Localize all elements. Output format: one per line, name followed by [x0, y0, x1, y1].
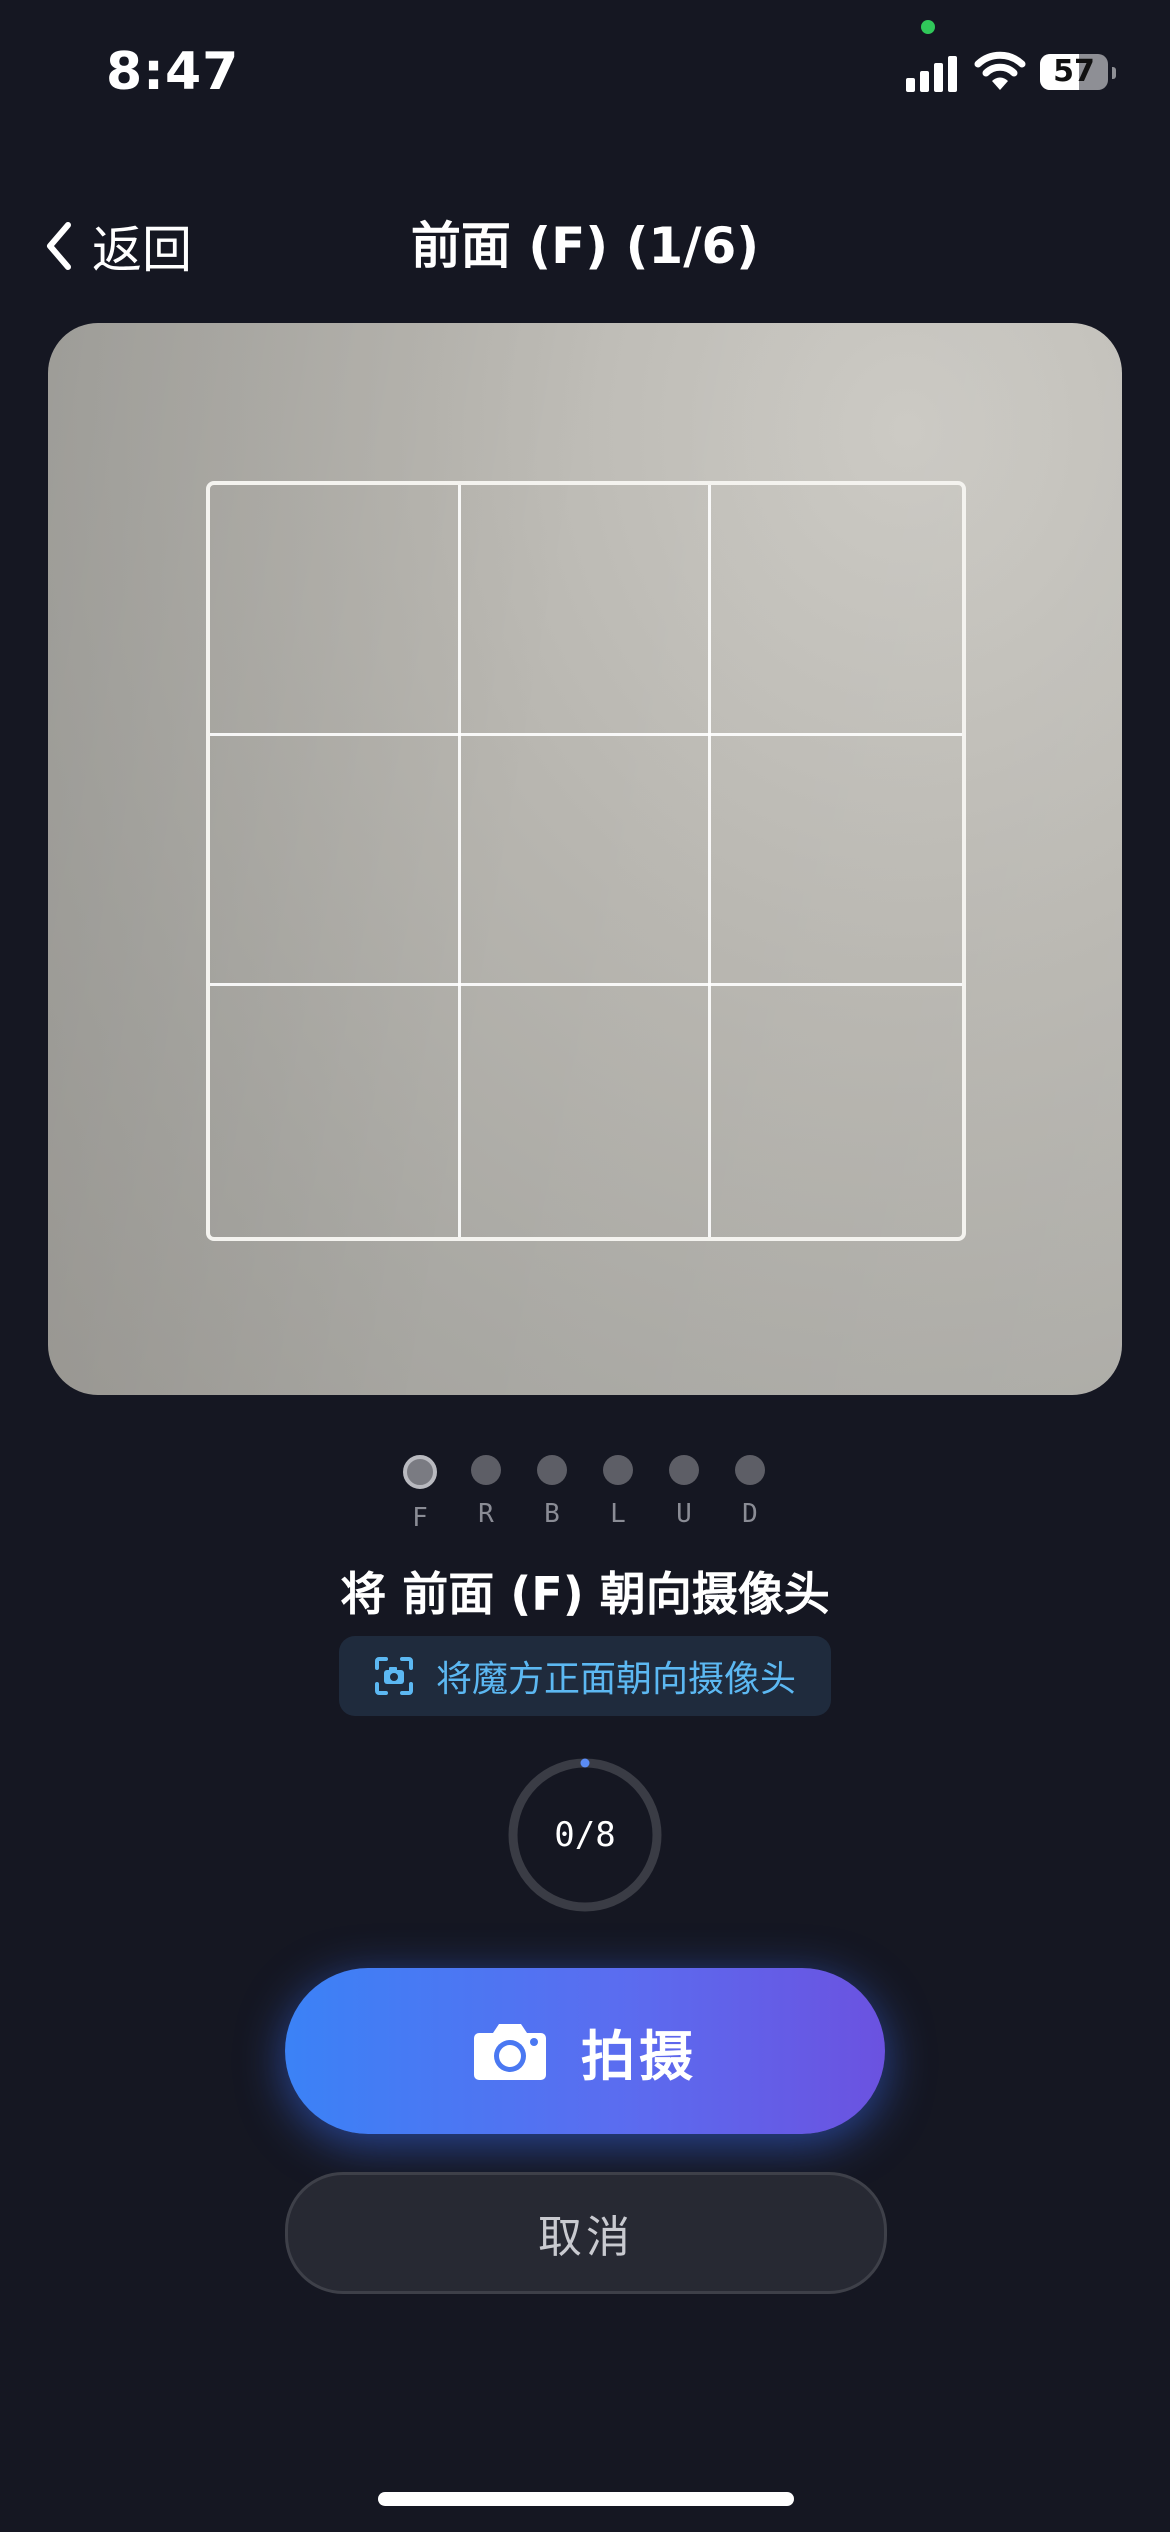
cancel-button[interactable]: 取消: [285, 2172, 887, 2294]
battery-level: 57: [1053, 54, 1095, 89]
face-step-f: F: [390, 1452, 450, 1533]
face-step-u: U: [654, 1452, 714, 1529]
status-time: 8:47: [106, 42, 240, 102]
cancel-button-label: 取消: [538, 2212, 634, 2263]
hint-badge: 将魔方正面朝向摄像头: [339, 1636, 831, 1716]
camera-in-use-indicator: [921, 20, 935, 34]
face-step-d: D: [720, 1452, 780, 1529]
status-bar: 8:47 57: [0, 0, 1170, 150]
face-step-l: L: [588, 1452, 648, 1529]
face-step-b: B: [522, 1452, 582, 1529]
battery-icon: 57: [1040, 54, 1116, 92]
navigation-bar: 返回 前面 (F) (1/6): [0, 200, 1170, 290]
hint-text: 将魔方正面朝向摄像头: [435, 1659, 796, 1700]
camera-icon: [474, 2024, 546, 2080]
face-step-r: R: [456, 1452, 516, 1529]
page-title: 前面 (F) (1/6): [410, 217, 760, 275]
camera-preview: [48, 323, 1122, 1395]
face-instruction: 将 前面 (F) 朝向摄像头: [340, 1567, 830, 1621]
capture-button[interactable]: 拍摄: [285, 1968, 885, 2134]
wifi-icon: [974, 51, 1026, 90]
capture-button-label: 拍摄: [581, 2024, 697, 2088]
capture-progress-text: 0/8: [554, 1815, 616, 1855]
cube-face-grid: [206, 481, 966, 1241]
cellular-signal-icon: [906, 52, 960, 92]
home-indicator[interactable]: [378, 2492, 794, 2506]
capture-progress-ring: 0/8: [506, 1756, 664, 1914]
face-progress-indicator: F R B L U D: [0, 1452, 1170, 1552]
scan-camera-icon: [374, 1657, 413, 1695]
